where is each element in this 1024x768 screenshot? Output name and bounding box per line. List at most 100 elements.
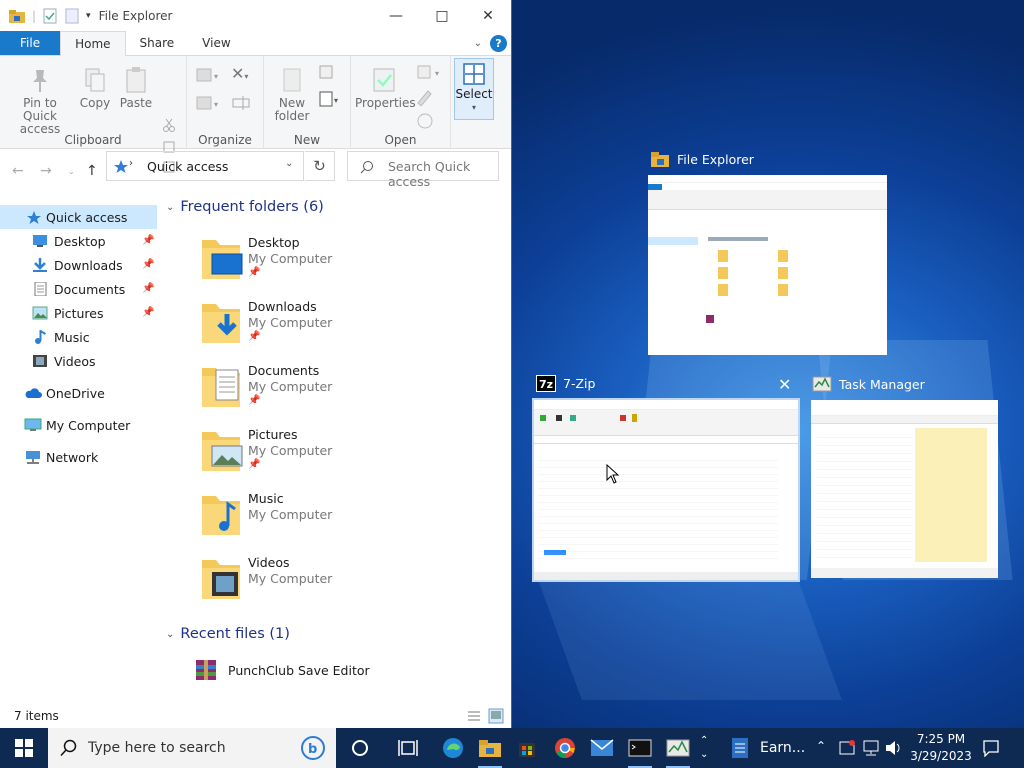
nav-item-network[interactable]: Network (0, 445, 157, 469)
move-to-icon[interactable]: ▾ (195, 66, 221, 84)
nav-item-downloads[interactable]: Downloads 📌 (0, 253, 157, 277)
easy-access-icon[interactable]: ▾ (316, 90, 342, 110)
address-dropdown-icon[interactable]: ⌄ (285, 158, 293, 169)
notification-app-icon[interactable] (838, 739, 856, 757)
select-all-icon (463, 63, 485, 85)
recent-file-item[interactable]: PunchClub Save Editor (194, 658, 370, 682)
new-item-icon[interactable] (316, 64, 342, 82)
collapse-chevron-icon: ⌄ (166, 628, 175, 640)
network-icon (26, 451, 40, 464)
task-view-button[interactable] (388, 728, 428, 768)
pin-icon: 📌 (248, 459, 261, 470)
folder-item-pictures[interactable]: Pictures My Computer 📌 (198, 424, 498, 484)
taskbar-file-explorer[interactable] (470, 728, 510, 768)
folder-item-downloads[interactable]: Downloads My Computer 📌 (198, 296, 498, 356)
large-icons-view-icon[interactable] (488, 708, 504, 724)
customize-quick-access-icon[interactable]: ▾ (86, 11, 91, 21)
ribbon: Pin to Quick access Copy Paste Clipboard… (0, 56, 511, 173)
close-thumbnail-icon[interactable]: ✕ (778, 375, 791, 394)
search-box[interactable]: Search Quick access (347, 151, 499, 189)
nav-item-documents[interactable]: Documents 📌 (0, 277, 157, 301)
taskbar-store[interactable] (507, 728, 547, 768)
taskbar-word-document[interactable]: Earn... (722, 728, 808, 768)
cut-icon[interactable] (162, 118, 176, 132)
tab-home[interactable]: Home (60, 31, 126, 56)
nav-item-onedrive[interactable]: OneDrive (0, 381, 157, 405)
task-view-task-manager-thumbnail[interactable] (811, 400, 998, 578)
taskbar-edge[interactable] (433, 728, 473, 768)
copy-to-icon[interactable]: ▾ (195, 94, 221, 112)
nav-item-desktop[interactable]: Desktop 📌 (0, 229, 157, 253)
history-icon[interactable] (415, 112, 435, 130)
taskbar-search-box[interactable]: Type here to search b (48, 728, 336, 768)
forward-arrow-icon[interactable]: → (40, 163, 52, 179)
volume-icon[interactable] (884, 739, 902, 757)
tab-share[interactable]: Share (126, 31, 189, 55)
close-button[interactable]: ✕ (465, 0, 511, 31)
task-view-7zip-title[interactable]: 7z 7-Zip (536, 375, 595, 392)
recent-locations-icon[interactable]: ⌄ (68, 167, 75, 176)
copy-button[interactable]: Copy (78, 66, 112, 110)
ribbon-tabs: File Home Share View ⌄ ? (0, 31, 511, 56)
delete-icon[interactable]: ✕▾ (231, 64, 248, 83)
pin-to-quick-access-button[interactable]: Pin to Quick access (6, 66, 74, 136)
star-icon (27, 211, 41, 224)
back-arrow-icon[interactable]: ← (12, 163, 24, 179)
pictures-icon (32, 306, 48, 320)
help-icon[interactable]: ? (490, 35, 507, 52)
frequent-folders-header[interactable]: ⌄ Frequent folders (6) (166, 199, 324, 215)
clock-time: 7:25 PM (916, 732, 966, 746)
nav-item-quick-access[interactable]: Quick access (0, 205, 157, 229)
nav-item-videos[interactable]: Videos (0, 349, 157, 373)
title-bar: | ▾ File Explorer — □ ✕ (0, 0, 511, 31)
videos-icon (33, 355, 47, 367)
select-button[interactable]: Select ▾ (454, 58, 494, 120)
taskbar-overflow-chevron-icon[interactable]: ⌃ ⌄ (700, 734, 708, 762)
taskbar-chrome[interactable] (545, 728, 585, 768)
folder-item-videos[interactable]: Videos My Computer (198, 552, 498, 612)
system-clock[interactable]: 7:25 PM 3/29/2023 (906, 731, 976, 765)
address-field[interactable]: › Quick access ⌄ (106, 151, 304, 181)
refresh-button[interactable]: ↻ (305, 151, 335, 181)
taskbar-mail[interactable] (582, 728, 622, 768)
nav-item-music[interactable]: Music (0, 325, 157, 349)
paste-button[interactable]: Paste (118, 66, 154, 110)
recent-files-header[interactable]: ⌄ Recent files (1) (166, 626, 290, 642)
nav-item-my-computer[interactable]: My Computer (0, 413, 157, 437)
new-folder-button[interactable]: New folder (272, 66, 312, 123)
bing-icon[interactable]: b (300, 735, 326, 761)
cortana-button[interactable] (340, 728, 380, 768)
task-view-7zip-thumbnail[interactable] (532, 398, 800, 582)
task-view-file-explorer-thumbnail[interactable] (648, 175, 887, 355)
details-view-icon[interactable] (466, 709, 482, 723)
tab-file[interactable]: File (0, 31, 61, 55)
show-hidden-icons-chevron[interactable]: ⌃ (816, 739, 826, 753)
task-view-file-explorer-title[interactable]: File Explorer (650, 150, 754, 168)
notifications-icon[interactable] (982, 739, 1000, 757)
rename-icon[interactable] (231, 94, 251, 112)
open-icon[interactable]: ▾ (415, 64, 445, 80)
properties-quick-icon[interactable] (42, 8, 58, 24)
new-folder-quick-icon[interactable] (64, 8, 80, 24)
network-status-icon[interactable] (862, 739, 880, 757)
edit-icon[interactable] (415, 88, 435, 106)
7zip-app-icon: 7z (536, 375, 556, 392)
svg-text:▾: ▾ (334, 96, 338, 105)
maximize-button[interactable]: □ (419, 0, 465, 31)
folder-item-music[interactable]: Music My Computer (198, 488, 498, 548)
organize-group-label: Organize (198, 133, 252, 147)
svg-text:▾: ▾ (435, 69, 439, 78)
expand-ribbon-icon[interactable]: ⌄ (474, 38, 482, 49)
tab-view[interactable]: View (188, 31, 244, 55)
taskbar-7zip[interactable] (620, 728, 660, 768)
folder-item-desktop[interactable]: Desktop My Computer 📌 (198, 232, 498, 292)
nav-item-pictures[interactable]: Pictures 📌 (0, 301, 157, 325)
folder-item-documents[interactable]: Documents My Computer 📌 (198, 360, 498, 420)
minimize-button[interactable]: — (373, 0, 419, 31)
properties-button[interactable]: Properties (355, 66, 416, 110)
taskbar-task-manager[interactable] (658, 728, 698, 768)
clipboard-group-label: Clipboard (64, 133, 122, 147)
task-view-task-manager-title[interactable]: Task Manager (812, 375, 925, 393)
start-button[interactable] (4, 728, 44, 768)
up-arrow-icon[interactable]: ↑ (86, 163, 98, 179)
